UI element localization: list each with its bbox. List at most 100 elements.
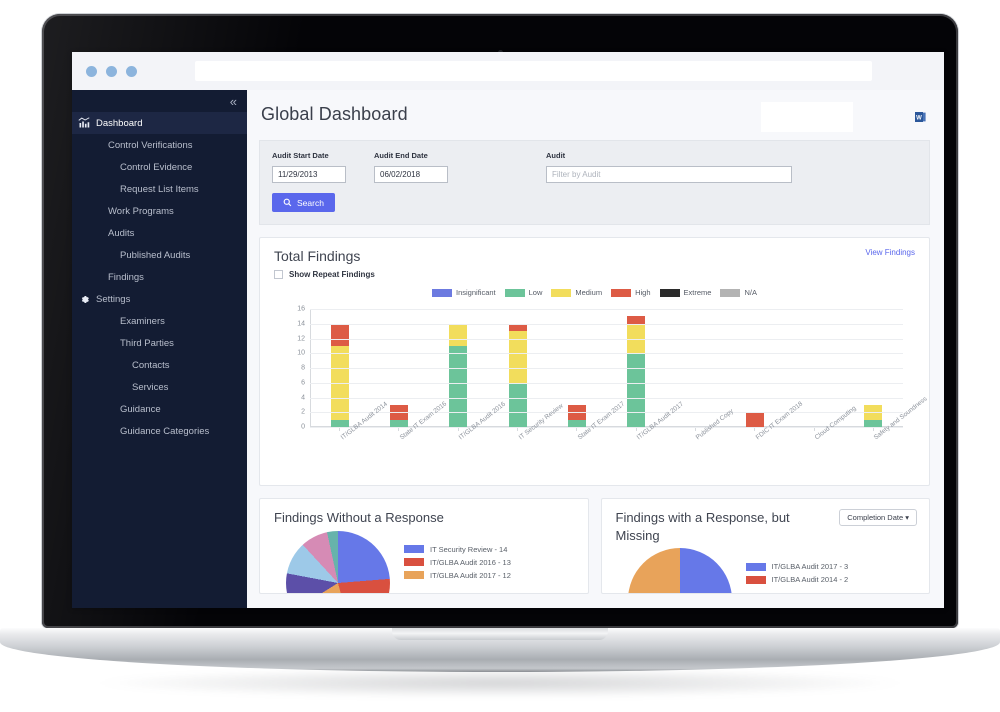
findings-without-response-pie[interactable] <box>286 530 390 593</box>
total-findings-title: Total Findings <box>274 248 361 264</box>
sidebar-item-label: Third Parties <box>120 337 174 349</box>
sidebar-item-findings[interactable]: Findings <box>72 266 247 288</box>
chart-gridline <box>310 397 903 399</box>
analytics-bars-icon <box>72 117 96 129</box>
filter-actions-row: Search <box>272 183 917 212</box>
findings-with-response-pie[interactable] <box>627 548 732 593</box>
pie-legend-swatch <box>745 562 766 571</box>
x-label-slot: State IT Exam 2017 <box>547 401 625 475</box>
bar-segment-high <box>627 316 646 324</box>
chevron-double-left-icon[interactable]: « <box>230 95 237 108</box>
completion-date-dropdown-label: Completion Date <box>847 513 904 522</box>
browser-chrome-bar <box>72 52 944 90</box>
sidebar-item-third-parties[interactable]: Third Parties <box>72 332 247 354</box>
pie-legend-item[interactable]: IT/GLBA Audit 2017 - 12 <box>404 571 511 580</box>
total-findings-chart: 0 2 4 6 8 10 12 14 16 IT/GLBA Audit 2014 State IT… <box>274 303 929 475</box>
total-findings-card: Total Findings Show Repeat Findings View… <box>259 237 930 486</box>
chart-legend: Insignificant Low Medium High Extreme N/A <box>274 288 915 297</box>
x-label-slot: Cloud Computing <box>784 405 858 475</box>
sidebar-item-control-evidence[interactable]: Control Evidence <box>72 156 247 178</box>
bar-segment-low <box>864 419 883 427</box>
pie-legend-item[interactable]: IT Security Review - 14 <box>404 545 511 554</box>
legend-swatch <box>551 288 572 297</box>
audit-start-date-group: Audit Start Date <box>272 151 346 183</box>
pie-legend-item[interactable]: IT/GLBA Audit 2016 - 13 <box>404 558 511 567</box>
audit-end-date-input[interactable] <box>374 166 448 183</box>
findings-without-response-body: IT Security Review - 14 IT/GLBA Audit 201… <box>274 530 576 593</box>
view-findings-link[interactable]: View Findings <box>865 248 915 257</box>
bar-segment-high <box>330 323 349 346</box>
legend-swatch <box>432 288 453 297</box>
findings-without-response-header: Findings Without a Response <box>274 509 576 527</box>
sidebar-item-label: Audits <box>108 227 135 239</box>
x-label-slot: FDIC IT Exam 2018 <box>725 401 803 475</box>
x-axis-labels: IT/GLBA Audit 2014 State IT Exam 2016 IT/G… <box>310 396 929 475</box>
chart-gridline <box>310 382 903 384</box>
chart-gridline <box>310 368 903 369</box>
sidebar-item-request-list-items[interactable]: Request List Items <box>72 178 247 200</box>
audit-filter-input[interactable] <box>546 166 792 183</box>
legend-item-extreme[interactable]: Extreme <box>659 288 711 297</box>
header-blank-panel <box>761 102 853 132</box>
x-label-slot: IT/GLBA Audit 2017 <box>606 401 685 475</box>
x-label-slot: IT/GLBA Audit 2014 <box>310 401 388 475</box>
minimize-dot-icon[interactable] <box>106 65 117 77</box>
sidebar-nav: « Dashboard Control Verifications Control … <box>72 90 247 608</box>
audit-start-date-input[interactable] <box>272 166 346 183</box>
sidebar-item-published-audits[interactable]: Published Audits <box>72 244 247 266</box>
x-label-slot: Published Copy <box>666 408 735 475</box>
stacked-bar[interactable] <box>864 404 883 427</box>
chart-plot-area: 0 2 4 6 8 10 12 14 16 <box>297 306 903 431</box>
maximize-dot-icon[interactable] <box>126 65 137 77</box>
legend-label: Medium <box>575 288 603 297</box>
sidebar-item-examiners[interactable]: Examiners <box>72 310 247 332</box>
y-axis-tick-label: 6 <box>301 379 305 387</box>
sidebar-item-services[interactable]: Services <box>72 376 247 398</box>
sidebar-item-work-programs[interactable]: Work Programs <box>72 200 247 222</box>
stacked-bar[interactable] <box>627 316 646 427</box>
show-repeat-findings-label: Show Repeat Findings <box>289 270 375 279</box>
sidebar-item-label: Published Audits <box>120 249 191 261</box>
stacked-bar[interactable] <box>389 404 408 427</box>
bar-segment-low <box>330 419 349 427</box>
y-axis-tick-label: 16 <box>297 305 305 313</box>
show-repeat-findings-checkbox[interactable] <box>274 270 283 279</box>
pie-legend-label: IT/GLBA Audit 2014 - 2 <box>771 575 849 585</box>
sidebar-item-audits[interactable]: Audits <box>72 222 247 244</box>
bottom-cards-row: Findings Without a Response IT Security … <box>259 498 930 594</box>
audit-start-date-label: Audit Start Date <box>272 151 329 160</box>
sidebar-item-control-verifications[interactable]: Control Verifications <box>72 134 247 156</box>
chart-gridline <box>310 338 903 340</box>
legend-label: Insignificant <box>456 288 496 297</box>
sidebar-item-settings[interactable]: Settings <box>72 288 247 310</box>
legend-swatch <box>611 288 632 297</box>
sidebar-item-guidance[interactable]: Guidance <box>72 398 247 420</box>
sidebar-item-label: Examiners <box>120 315 165 327</box>
bar-segment-medium <box>449 323 468 346</box>
legend-item-medium[interactable]: Medium <box>551 288 602 297</box>
legend-item-insignificant[interactable]: Insignificant <box>432 288 496 297</box>
legend-item-low[interactable]: Low <box>504 288 542 297</box>
legend-item-n-a[interactable]: N/A <box>720 288 757 297</box>
page-header: Global Dashboard W <box>247 90 944 138</box>
search-button[interactable]: Search <box>272 193 335 212</box>
stacked-bar[interactable] <box>745 412 764 427</box>
show-repeat-findings-row: Show Repeat Findings <box>274 270 375 279</box>
close-dot-icon[interactable] <box>86 65 97 77</box>
bar-segment-high <box>745 412 764 427</box>
legend-item-high[interactable]: High <box>611 288 651 297</box>
pie-legend-item[interactable]: IT/GLBA Audit 2017 - 3 <box>745 562 848 571</box>
word-document-icon[interactable]: W <box>915 110 926 128</box>
window-control-dots <box>86 65 137 77</box>
bar-segment-low <box>627 353 646 427</box>
sidebar-item-dashboard[interactable]: Dashboard <box>72 112 247 134</box>
sidebar-item-contacts[interactable]: Contacts <box>72 354 247 376</box>
address-bar[interactable] <box>195 61 872 81</box>
y-axis-tick-label: 2 <box>301 408 305 416</box>
stacked-bar[interactable] <box>567 404 586 427</box>
pie-legend-item[interactable]: IT/GLBA Audit 2014 - 2 <box>745 575 849 585</box>
completion-date-dropdown[interactable]: Completion Date ▾ <box>839 509 917 526</box>
filter-panel: Audit Start Date Audit End Date Audit <box>259 140 930 225</box>
y-axis-tick-label: 0 <box>301 423 305 431</box>
sidebar-item-guidance-categories[interactable]: Guidance Categories <box>72 420 247 442</box>
